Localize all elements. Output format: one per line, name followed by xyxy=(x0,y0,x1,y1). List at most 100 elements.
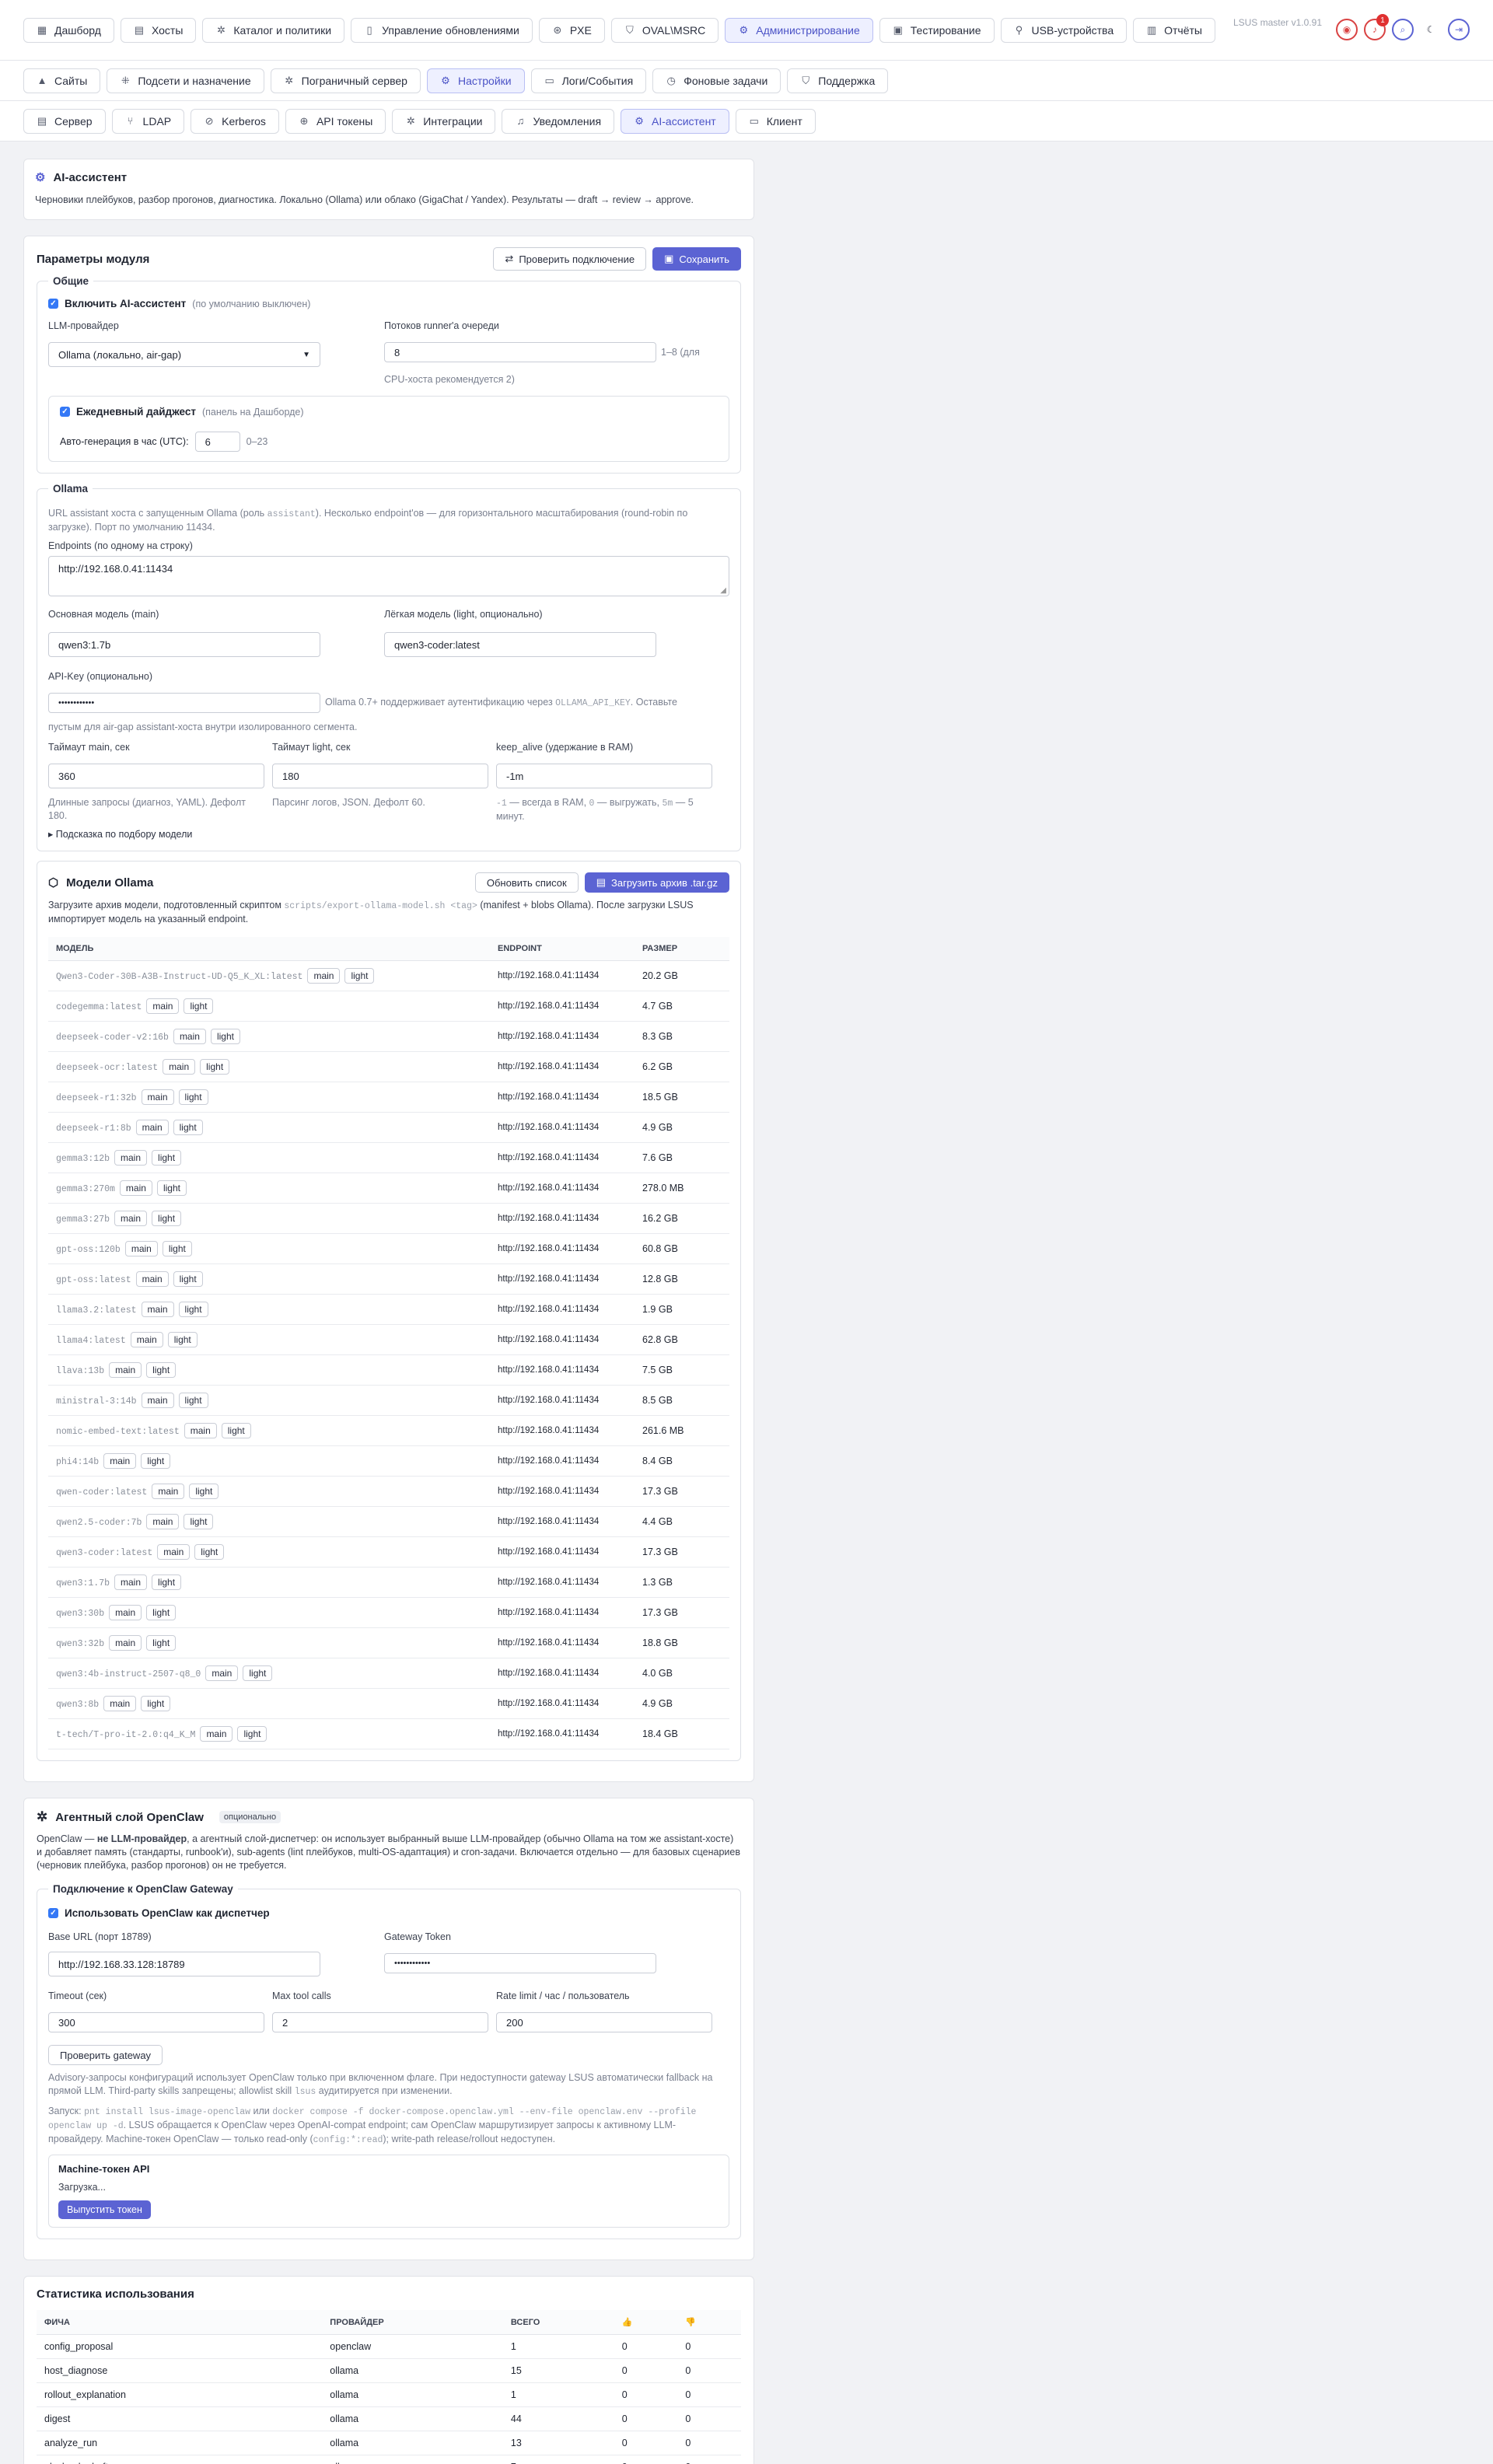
settings-tab-3[interactable]: ⊕ API токены xyxy=(285,108,386,134)
set-light-button[interactable]: light xyxy=(156,1180,187,1196)
keepalive-input[interactable]: -1m xyxy=(496,764,712,788)
set-main-button[interactable]: main xyxy=(114,1211,148,1226)
set-light-button[interactable]: light xyxy=(178,1393,208,1408)
set-main-button[interactable]: main xyxy=(146,998,180,1014)
set-main-button[interactable]: main xyxy=(184,1423,217,1438)
set-light-button[interactable]: light xyxy=(167,1332,198,1347)
check-connection-button[interactable]: ⇄ Проверить подключение xyxy=(493,247,647,271)
digest-checkbox-row[interactable]: ✓ Ежедневный дайджест (панель на Дашборд… xyxy=(60,406,718,418)
set-light-button[interactable]: light xyxy=(184,1514,214,1529)
set-light-button[interactable]: light xyxy=(189,1484,219,1499)
top-nav-item-0[interactable]: ▦ Дашборд xyxy=(23,17,114,43)
set-main-button[interactable]: main xyxy=(109,1362,142,1378)
admin-subnav-item-5[interactable]: ◷ Фоновые задачи xyxy=(652,68,781,93)
set-main-button[interactable]: main xyxy=(141,1302,174,1317)
set-main-button[interactable]: main xyxy=(152,1484,185,1499)
set-light-button[interactable]: light xyxy=(344,968,375,984)
set-light-button[interactable]: light xyxy=(141,1453,171,1469)
set-main-button[interactable]: main xyxy=(135,1271,169,1287)
set-main-button[interactable]: main xyxy=(109,1635,142,1651)
settings-tab-2[interactable]: ⊘ Kerberos xyxy=(191,108,279,134)
set-light-button[interactable]: light xyxy=(152,1150,182,1166)
set-main-button[interactable]: main xyxy=(141,1393,174,1408)
admin-subnav-item-3[interactable]: ⚙ Настройки xyxy=(426,68,525,93)
set-main-button[interactable]: main xyxy=(119,1180,152,1196)
set-light-button[interactable]: light xyxy=(162,1241,192,1256)
set-light-button[interactable]: light xyxy=(146,1635,177,1651)
set-main-button[interactable]: main xyxy=(163,1059,196,1075)
apikey-input[interactable]: •••••••••••• xyxy=(48,693,320,713)
top-nav-item-7[interactable]: ▣ Тестирование xyxy=(879,17,995,43)
search-icon[interactable]: ⌕ xyxy=(1392,19,1414,40)
rate-limit-input[interactable]: 200 xyxy=(496,2012,712,2032)
top-nav-item-5[interactable]: ⛉ OVAL\MSRC xyxy=(610,17,719,43)
notification-bell-icon[interactable]: ♪ 1 xyxy=(1364,14,1389,40)
set-light-button[interactable]: light xyxy=(146,1362,177,1378)
set-main-button[interactable]: main xyxy=(103,1696,137,1711)
issue-token-button[interactable]: Выпустить токен xyxy=(58,2200,151,2219)
use-openclaw-checkbox[interactable]: ✓ xyxy=(48,1908,58,1918)
set-light-button[interactable]: light xyxy=(210,1029,240,1044)
resize-handle-icon[interactable]: ◢ xyxy=(720,586,726,595)
timeout-main-input[interactable]: 360 xyxy=(48,764,264,788)
use-openclaw-row[interactable]: ✓ Использовать OpenClaw как диспетчер xyxy=(48,1907,729,1919)
set-light-button[interactable]: light xyxy=(173,1271,203,1287)
top-nav-item-8[interactable]: ⚲ USB-устройства xyxy=(1000,17,1128,43)
light-model-input[interactable]: qwen3-coder:latest xyxy=(384,632,656,657)
set-light-button[interactable]: light xyxy=(152,1575,182,1590)
set-main-button[interactable]: main xyxy=(141,1089,174,1105)
set-main-button[interactable]: main xyxy=(307,968,341,984)
set-light-button[interactable]: light xyxy=(221,1423,251,1438)
set-main-button[interactable]: main xyxy=(146,1514,180,1529)
upload-archive-button[interactable]: ▤ Загрузить архив .tar.gz xyxy=(584,872,729,893)
enable-ai-checkbox[interactable]: ✓ xyxy=(48,299,58,309)
set-main-button[interactable]: main xyxy=(103,1453,137,1469)
settings-tab-1[interactable]: ⑂ LDAP xyxy=(111,108,185,134)
endpoints-textarea[interactable]: http://192.168.0.41:11434 ◢ xyxy=(48,556,729,596)
settings-tab-4[interactable]: ✲ Интеграции xyxy=(392,108,496,134)
set-light-button[interactable]: light xyxy=(173,1120,203,1135)
digest-checkbox[interactable]: ✓ xyxy=(60,407,70,417)
set-main-button[interactable]: main xyxy=(205,1665,239,1681)
set-main-button[interactable]: main xyxy=(109,1605,142,1620)
set-light-button[interactable]: light xyxy=(178,1302,208,1317)
admin-subnav-item-2[interactable]: ✲ Пограничный сервер xyxy=(270,68,421,93)
set-light-button[interactable]: light xyxy=(184,998,214,1014)
check-gateway-button[interactable]: Проверить gateway xyxy=(48,2045,163,2065)
top-nav-item-6[interactable]: ⚙ Администрирование xyxy=(725,17,873,43)
logout-icon[interactable]: ⇥ xyxy=(1448,19,1470,40)
set-main-button[interactable]: main xyxy=(135,1120,169,1135)
top-nav-item-4[interactable]: ⊛ PXE xyxy=(538,17,605,43)
base-url-input[interactable]: http://192.168.33.128:18789 xyxy=(48,1952,320,1976)
settings-tab-5[interactable]: ♫ Уведомления xyxy=(502,108,615,134)
set-main-button[interactable]: main xyxy=(173,1029,206,1044)
settings-tab-0[interactable]: ▤ Сервер xyxy=(23,108,106,134)
top-nav-item-2[interactable]: ✲ Каталог и политики xyxy=(202,17,345,43)
set-main-button[interactable]: main xyxy=(200,1726,233,1742)
set-main-button[interactable]: main xyxy=(114,1575,148,1590)
admin-subnav-item-0[interactable]: ▲ Сайты xyxy=(23,68,101,93)
set-light-button[interactable]: light xyxy=(194,1544,225,1560)
set-light-button[interactable]: light xyxy=(200,1059,230,1075)
set-light-button[interactable]: light xyxy=(178,1089,208,1105)
set-main-button[interactable]: main xyxy=(157,1544,191,1560)
timeout-light-input[interactable]: 180 xyxy=(272,764,488,788)
save-button[interactable]: ▣ Сохранить xyxy=(652,247,741,271)
set-main-button[interactable]: main xyxy=(130,1332,163,1347)
set-main-button[interactable]: main xyxy=(124,1241,158,1256)
set-light-button[interactable]: light xyxy=(141,1696,171,1711)
model-hint-toggle[interactable]: ▸ Подсказка по подбору модели xyxy=(48,828,729,840)
main-model-input[interactable]: qwen3:1.7b xyxy=(48,632,320,657)
set-light-button[interactable]: light xyxy=(243,1665,273,1681)
admin-subnav-item-6[interactable]: ⛉ Поддержка xyxy=(787,68,889,93)
gateway-token-input[interactable]: •••••••••••• xyxy=(384,1953,656,1973)
theme-moon-icon[interactable]: ☾ xyxy=(1420,19,1442,40)
top-nav-item-3[interactable]: ▯ Управление обновлениями xyxy=(351,17,533,43)
top-nav-item-9[interactable]: ▥ Отчёты xyxy=(1133,17,1215,43)
top-nav-item-1[interactable]: ▤ Хосты xyxy=(120,17,197,43)
set-light-button[interactable]: light xyxy=(152,1211,182,1226)
alert-icon[interactable]: ◉ xyxy=(1336,19,1358,40)
provider-select[interactable]: Ollama (локально, air-gap) ▼ xyxy=(48,342,320,367)
admin-subnav-item-1[interactable]: ⁜ Подсети и назначение xyxy=(107,68,264,93)
admin-subnav-item-4[interactable]: ▭ Логи/События xyxy=(530,68,647,93)
